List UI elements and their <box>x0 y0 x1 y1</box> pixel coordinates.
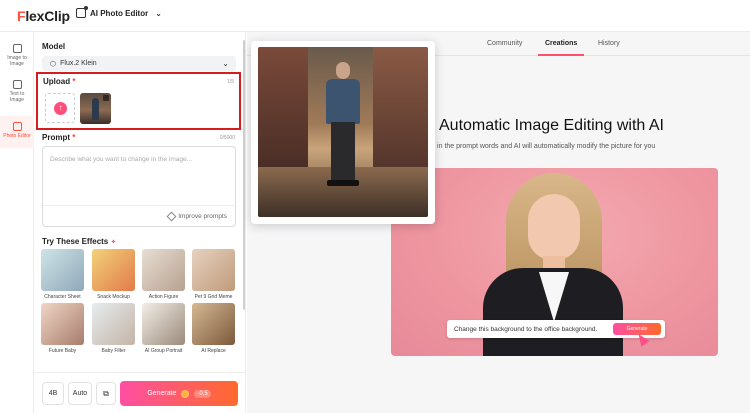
top-bar: FlexClip AI Photo Editor ⌄ <box>0 0 750 32</box>
effect-character-sheet[interactable]: Character Sheet <box>41 249 84 300</box>
aspect-ratio-icon: ⧉ <box>103 388 109 398</box>
image-to-image-icon <box>12 44 22 53</box>
upload-count: 1/5 <box>227 79 234 85</box>
rail-item-photo-editor[interactable]: Photo Editor <box>0 116 34 148</box>
tab-community[interactable]: Community <box>487 40 522 47</box>
hero-subtitle: ll in the prompt words and AI will autom… <box>432 143 656 150</box>
generate-bar: 4B Auto ⧉ Generate -0.5 <box>34 372 245 413</box>
sparkle-icon: ✦ <box>110 239 117 246</box>
upload-section: Upload * 1/5 ↑ <box>36 72 241 130</box>
active-tab-indicator <box>538 54 584 56</box>
demo-generate-button: Generate <box>613 323 661 335</box>
photo-editor-icon <box>76 6 88 18</box>
tab-history[interactable]: History <box>598 40 620 47</box>
mode-chip[interactable]: Auto <box>68 382 92 405</box>
rail-item-image-to-image[interactable]: Image to Image <box>0 44 34 76</box>
text-to-image-icon <box>12 80 22 89</box>
uploaded-image-preview <box>251 41 435 224</box>
credit-coin-icon <box>181 389 190 398</box>
hero-title: Automatic Image Editing with AI <box>439 117 664 134</box>
left-rail: Image to Image Text to Image Photo Edito… <box>0 32 34 413</box>
tool-name: AI Photo Editor <box>90 8 149 18</box>
chevron-down-icon: ⌄ <box>155 8 162 18</box>
effects-label: Try These Effects ✦ <box>42 237 117 246</box>
magic-wand-icon <box>166 211 177 222</box>
model-label: Model <box>42 42 66 51</box>
effect-pet-9-grid-meme[interactable]: Pet 9 Grid Meme <box>192 249 235 300</box>
effect-action-figure[interactable]: Action Figure <box>142 249 185 300</box>
generate-button[interactable]: Generate -0.5 <box>120 381 238 406</box>
effect-future-baby[interactable]: Future Baby <box>41 303 84 354</box>
demo-prompt: Change this background to the office bac… <box>447 320 665 338</box>
prompt-count: 0/5000 <box>219 135 235 141</box>
effect-ai-replace[interactable]: AI Replace <box>192 303 235 354</box>
chevron-down-icon: ⌄ <box>222 59 229 68</box>
preview-photo <box>258 47 428 217</box>
effect-baby-filter[interactable]: Baby Filter <box>92 303 135 354</box>
effect-ai-group-portrait[interactable]: AI Group Portrait <box>142 303 185 354</box>
photo-editor-icon <box>12 122 22 131</box>
image-count-chip[interactable]: 4B <box>42 382 64 405</box>
prompt-input[interactable]: Describe what you want to change in the … <box>42 146 236 227</box>
panel-scrollbar[interactable] <box>243 40 245 310</box>
improve-prompts-button[interactable]: Improve prompts <box>166 211 227 222</box>
uploaded-image-thumbnail[interactable] <box>80 93 111 124</box>
aspect-ratio-button[interactable]: ⧉ <box>96 382 116 405</box>
delete-icon[interactable] <box>103 95 109 101</box>
model-icon: ⬡ <box>50 60 57 68</box>
upload-label: Upload * <box>43 77 76 86</box>
prompt-label: Prompt * <box>42 133 76 142</box>
credit-cost: -0.5 <box>194 389 211 398</box>
settings-panel: Model ⬡ Flux.2 Klein ⌄ Upload * 1/5 ↑ Pr… <box>34 32 246 413</box>
tool-selector[interactable]: AI Photo Editor ⌄ <box>76 6 162 18</box>
upload-icon: ↑ <box>54 102 67 115</box>
effect-snack-mockup[interactable]: Snack Mockup <box>92 249 135 300</box>
tab-creations[interactable]: Creations <box>545 40 577 47</box>
upload-button[interactable]: ↑ <box>45 93 75 123</box>
rail-item-text-to-image[interactable]: Text to Image <box>0 80 34 112</box>
flexclip-logo[interactable]: FlexClip <box>17 8 70 24</box>
model-select[interactable]: ⬡ Flux.2 Klein ⌄ <box>42 56 236 71</box>
prompt-placeholder: Describe what you want to change in the … <box>50 156 192 163</box>
